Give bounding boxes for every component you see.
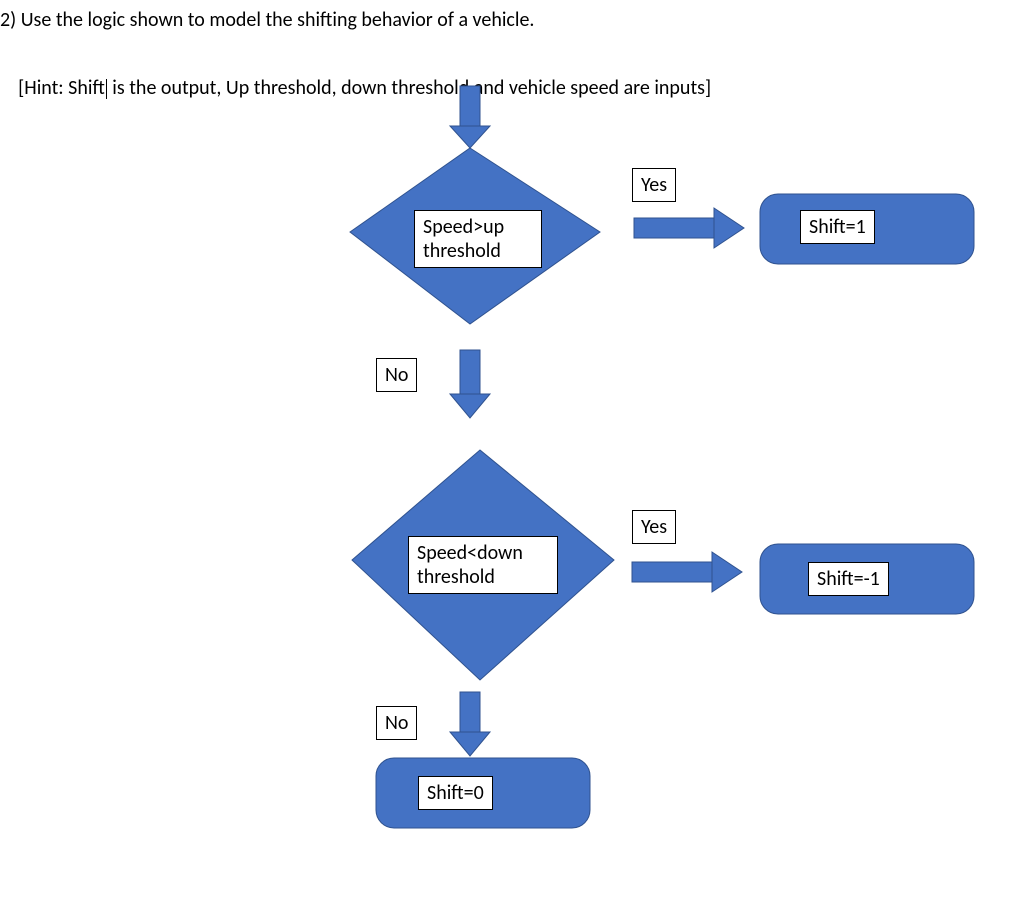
label-no-1: No	[376, 358, 417, 392]
decision-1-line2: threshold	[423, 239, 533, 263]
label-yes-2: Yes	[632, 510, 676, 544]
flowchart-svg	[0, 0, 1024, 902]
label-no-2: No	[376, 706, 417, 740]
decision-2-line2: threshold	[417, 565, 549, 589]
label-shift-zero: Shift=0	[418, 776, 493, 810]
arrow-yes-1	[634, 208, 744, 248]
arrow-no-1	[450, 350, 490, 418]
label-yes-1: Yes	[632, 168, 676, 202]
arrow-yes-2	[632, 552, 742, 592]
arrow-entry	[450, 86, 490, 148]
decision-1-label: Speed>up threshold	[414, 210, 542, 268]
decision-2-line1: Speed<down	[417, 541, 549, 565]
arrow-no-2	[450, 692, 490, 756]
label-shift-down: Shift=-1	[808, 562, 889, 596]
decision-1-line1: Speed>up	[423, 215, 533, 239]
label-shift-up: Shift=1	[800, 210, 875, 244]
decision-2-label: Speed<down threshold	[408, 536, 558, 594]
